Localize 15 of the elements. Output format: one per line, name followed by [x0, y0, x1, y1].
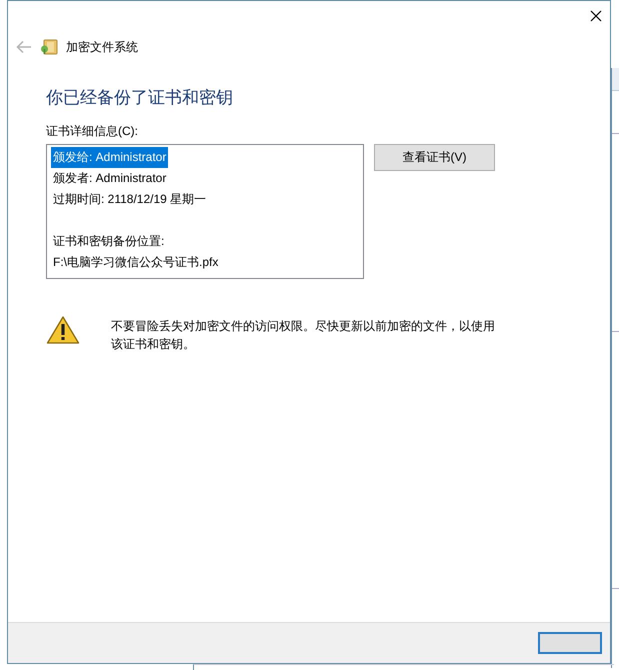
details-list[interactable]: 颁发给: Administrator 颁发者: Administrator 过期时间: 2118/12/19 星期一 证书和密钥备份位置: F:\电脑学习微信公众号证书.pfx — [46, 144, 364, 279]
list-line[interactable]: 证书和密钥备份位置: — [51, 231, 166, 252]
key-folder-icon — [40, 39, 58, 55]
warning-icon — [46, 315, 80, 345]
view-certificate-button[interactable]: 查看证书(V) — [374, 144, 495, 171]
list-line[interactable]: 颁发者: Administrator — [51, 168, 168, 189]
window-title: 加密文件系统 — [66, 38, 138, 56]
back-arrow-icon[interactable] — [16, 40, 32, 54]
footer-button[interactable] — [538, 632, 602, 654]
list-line[interactable]: F:\电脑学习微信公众号证书.pfx — [51, 252, 220, 273]
field-label: 证书详细信息(C): — [46, 123, 139, 139]
close-icon — [590, 10, 602, 22]
list-line[interactable]: 过期时间: 2118/12/19 星期一 — [51, 189, 208, 210]
page-heading: 你已经备份了证书和密钥 — [46, 87, 234, 109]
warning-text: 不要冒险丢失对加密文件的访问权限。尽快更新以前加密的文件，以使用该证书和密钥。 — [111, 318, 496, 353]
